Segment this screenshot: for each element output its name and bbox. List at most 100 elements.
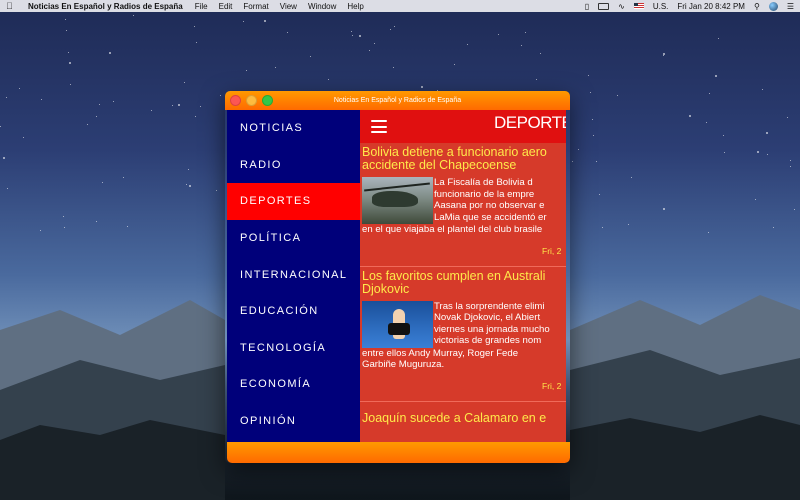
- section-title: DEPORTES: [494, 113, 566, 132]
- close-window-icon[interactable]: [230, 95, 241, 106]
- snippet-line: La Fiscalía de Bolivia d: [434, 177, 533, 188]
- news-content-pane: DEPORTES Bolivia detiene a funcionario a…: [360, 110, 566, 442]
- star: [572, 161, 574, 162]
- star: [536, 78, 538, 80]
- app-window: Noticias En Español y Radios de España N…: [225, 91, 570, 463]
- star: [754, 198, 756, 200]
- star: [718, 38, 720, 40]
- window-titlebar[interactable]: Noticias En Español y Radios de España: [225, 91, 570, 110]
- us-flag-icon[interactable]: [633, 3, 644, 9]
- sidebar-item-label: TECNOLOGÍA: [240, 341, 327, 354]
- sidebar-item-label: DEPORTES: [240, 195, 312, 208]
- sidebar-item-label: NOTICIAS: [240, 122, 304, 135]
- star: [374, 42, 376, 44]
- helicopter-crash-photo: [362, 177, 433, 224]
- star: [596, 161, 598, 163]
- star: [628, 224, 630, 226]
- star: [66, 29, 68, 31]
- star: [524, 31, 526, 33]
- snippet-line: victorias de grandes nom: [434, 335, 542, 346]
- headline-line: Los favoritos cumplen en Australi: [362, 268, 546, 283]
- sidebar-item-radio[interactable]: RADIO: [227, 147, 360, 184]
- article-headline[interactable]: Joaquín sucede a Calamaro en e: [360, 411, 566, 425]
- window-bottom-bar: [227, 442, 570, 463]
- battery-icon[interactable]: [598, 2, 610, 10]
- menu-format[interactable]: Format: [243, 2, 268, 11]
- menu-window[interactable]: Window: [308, 2, 336, 11]
- star: [708, 93, 710, 95]
- star: [183, 82, 185, 84]
- snippet-line: Novak Djokovic, el Abiert: [434, 312, 541, 323]
- menu-file[interactable]: File: [195, 2, 208, 11]
- sidebar-item-educacion[interactable]: EDUCACIÓN: [227, 293, 360, 330]
- star: [369, 50, 371, 51]
- snippet-line: Tras la sorprendente elimi: [434, 300, 545, 312]
- star: [327, 79, 329, 81]
- star: [662, 52, 665, 55]
- sidebar-item-tecnologia[interactable]: TECNOLOGÍA: [227, 330, 360, 367]
- star: [352, 34, 353, 36]
- star: [786, 116, 788, 118]
- zoom-window-icon[interactable]: [262, 95, 273, 106]
- sidebar-item-politica[interactable]: POLÍTICA: [227, 220, 360, 257]
- article-headline[interactable]: Bolivia detiene a funcionario aero accid…: [360, 146, 566, 172]
- article-body: La Fiscalía de Bolivia d funcionario de …: [360, 177, 566, 224]
- notification-center-icon[interactable]: ☰: [787, 2, 794, 11]
- apple-menu-icon[interactable]: : [6, 1, 16, 11]
- star: [767, 154, 769, 156]
- sidebar-item-economia[interactable]: ECONOMÍA: [227, 366, 360, 403]
- menu-view[interactable]: View: [280, 2, 297, 11]
- article-item[interactable]: Joaquín sucede a Calamaro en e: [360, 400, 566, 435]
- sidebar-item-noticias[interactable]: NOTICIAS: [227, 110, 360, 147]
- menu-help[interactable]: Help: [347, 2, 363, 11]
- input-source-label[interactable]: U.S.: [653, 2, 669, 11]
- star: [95, 220, 97, 222]
- star: [41, 98, 43, 100]
- menubar-status-area: ▯ ∿ U.S. Fri Jan 20 8:42 PM ⚲ ☰: [585, 1, 794, 11]
- article-headline[interactable]: Los favoritos cumplen en Australi Djokov…: [360, 268, 566, 296]
- hamburger-menu-icon[interactable]: [371, 120, 387, 133]
- content-header: DEPORTES: [360, 110, 566, 143]
- star: [394, 25, 396, 27]
- sidebar-item-deportes[interactable]: DEPORTES: [227, 183, 360, 220]
- headline-line: accidente del Chapecoense: [362, 158, 517, 172]
- star: [520, 45, 522, 47]
- star: [724, 151, 726, 153]
- star: [67, 51, 69, 53]
- article-snippet-continued: entre ellos Andy Murray, Roger Fede Garb…: [360, 348, 566, 371]
- star: [194, 25, 196, 27]
- menu-edit[interactable]: Edit: [219, 2, 233, 11]
- star: [601, 226, 603, 228]
- star: [540, 52, 542, 54]
- star: [62, 216, 64, 218]
- article-date: Fri, 2: [542, 380, 562, 391]
- star: [188, 184, 191, 187]
- siri-icon[interactable]: [768, 1, 778, 11]
- sidebar-item-label: OPINIÓN: [240, 415, 297, 428]
- star: [263, 20, 266, 23]
- star: [87, 123, 89, 125]
- traffic-lights: [230, 95, 273, 106]
- sidebar-item-opinion[interactable]: OPINIÓN: [227, 403, 360, 440]
- minimize-window-icon[interactable]: [246, 95, 257, 106]
- star: [150, 110, 152, 112]
- headline-line: Djokovic: [362, 281, 410, 296]
- star: [96, 116, 98, 118]
- menubar-clock[interactable]: Fri Jan 20 8:42 PM: [677, 2, 745, 11]
- sidebar-item-label: ECONOMÍA: [240, 378, 312, 391]
- sidebar-item-label: EDUCACIÓN: [240, 305, 319, 318]
- star: [497, 33, 499, 35]
- article-item[interactable]: Bolivia detiene a funcionario aero accid…: [360, 143, 566, 266]
- sidebar-item-internacional[interactable]: INTERNACIONAL: [227, 256, 360, 293]
- sidebar-item-label: RADIO: [240, 158, 282, 171]
- star: [392, 66, 394, 68]
- spotlight-search-icon[interactable]: ⚲: [754, 2, 760, 11]
- airplay-icon[interactable]: ▯: [585, 2, 589, 11]
- article-list[interactable]: Bolivia detiene a funcionario aero accid…: [360, 143, 566, 442]
- article-item[interactable]: Los favoritos cumplen en Australi Djokov…: [360, 265, 566, 401]
- menubar-app-name[interactable]: Noticias En Español y Radios de España: [28, 2, 183, 11]
- menubar:  Noticias En Español y Radios de España…: [0, 0, 800, 12]
- star: [275, 67, 277, 69]
- star: [98, 103, 100, 105]
- wifi-icon[interactable]: ∿: [618, 2, 625, 11]
